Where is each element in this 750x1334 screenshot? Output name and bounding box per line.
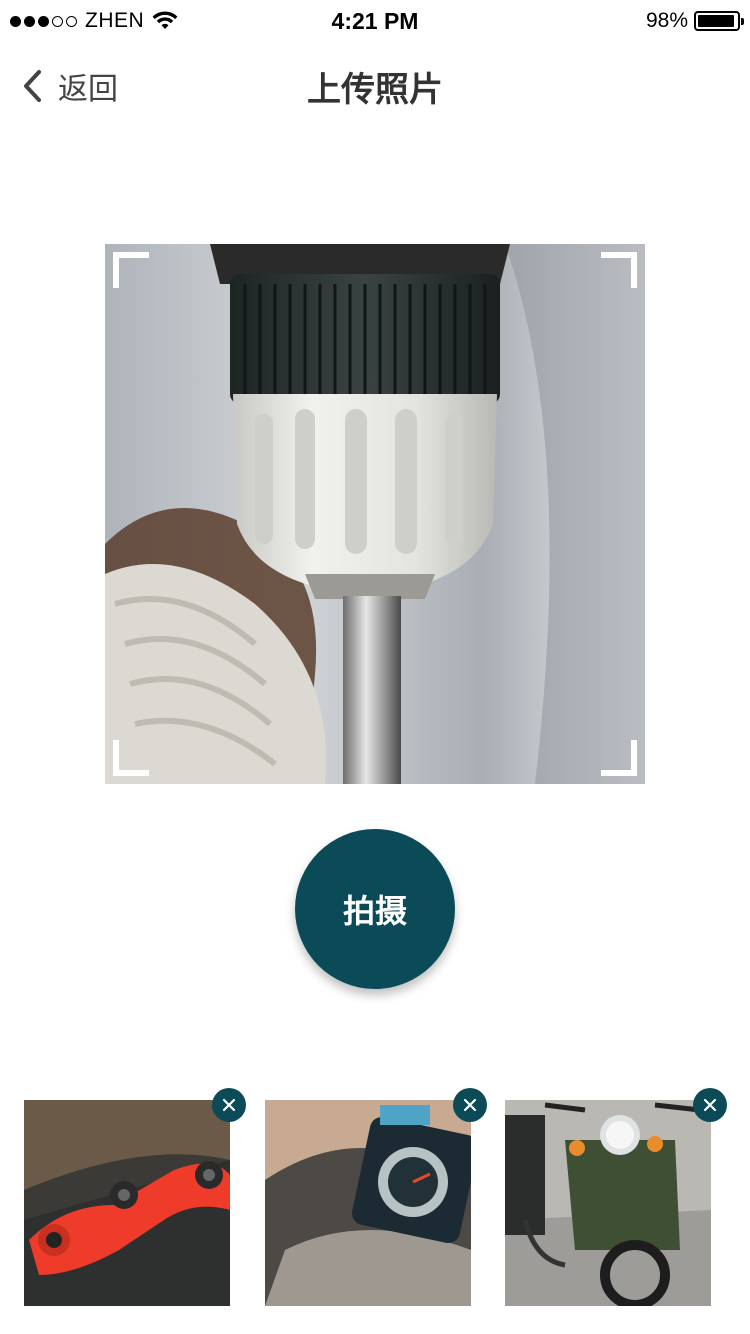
motorcycle-speedometer-photo	[265, 1100, 471, 1306]
remove-photo-button[interactable]	[693, 1088, 727, 1122]
crop-corner-top-left	[113, 252, 149, 288]
remove-photo-button[interactable]	[453, 1088, 487, 1122]
crop-corner-bottom-left	[113, 740, 149, 776]
close-icon	[463, 1098, 477, 1112]
page-title: 上传照片	[307, 70, 443, 110]
status-bar: ZHEN 4:21 PM 98%	[0, 0, 750, 42]
thumbnail-2[interactable]	[265, 1088, 487, 1306]
thumbnail-1[interactable]	[24, 1088, 246, 1306]
nav-bar: 返回 上传照片	[0, 42, 750, 130]
crop-corner-bottom-right	[601, 740, 637, 776]
green-motorcycle-photo	[505, 1100, 711, 1306]
thumbnail-3[interactable]	[505, 1088, 727, 1306]
carrier-name: ZHEN	[85, 9, 145, 32]
close-icon	[703, 1098, 717, 1112]
red-ratchet-wrench-photo	[24, 1100, 230, 1306]
photo-viewer[interactable]	[105, 244, 645, 784]
drill-chuck-photo	[105, 244, 645, 784]
signal-strength-icon	[10, 15, 77, 27]
remove-photo-button[interactable]	[212, 1088, 246, 1122]
shoot-button[interactable]: 拍摄	[295, 829, 455, 989]
wifi-icon	[152, 11, 178, 29]
status-right: 98%	[645, 9, 744, 33]
battery-icon	[694, 11, 744, 31]
shoot-button-label: 拍摄	[342, 892, 407, 930]
close-icon	[222, 1098, 236, 1112]
crop-corner-top-right	[601, 252, 637, 288]
battery-percent: 98%	[645, 9, 688, 32]
status-left: ZHEN	[10, 9, 178, 33]
thumbnail-strip	[0, 1088, 750, 1318]
